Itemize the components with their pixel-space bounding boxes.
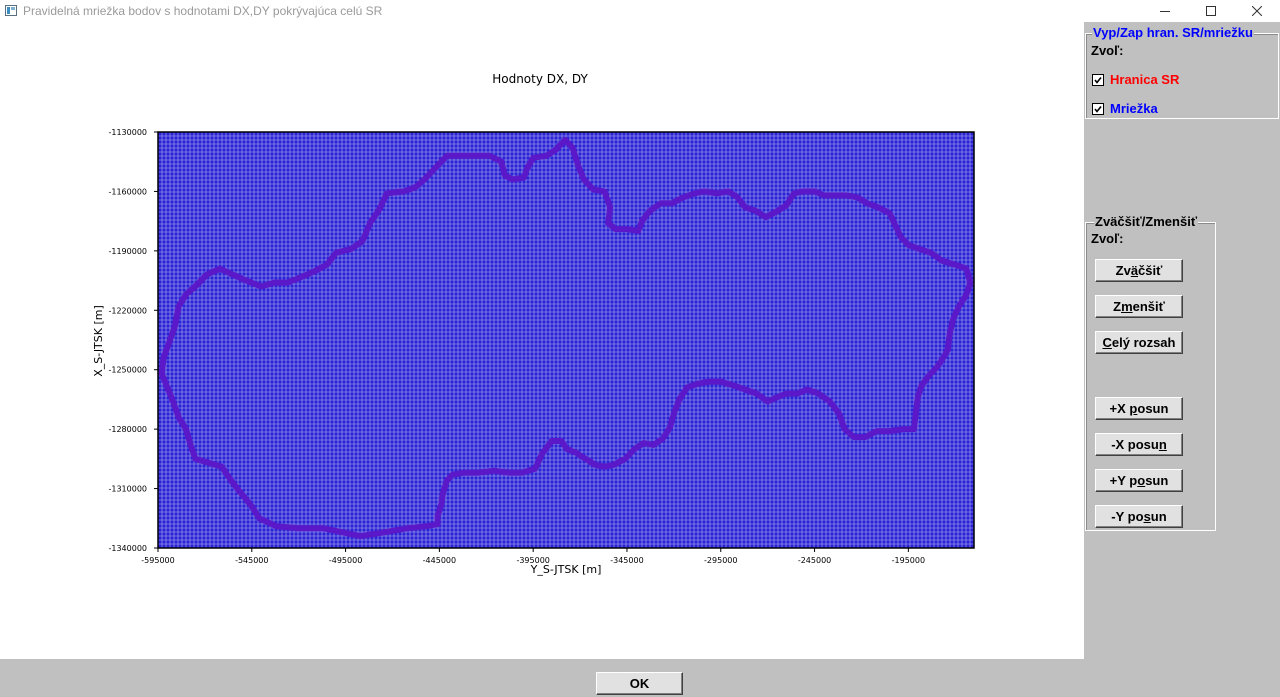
- app-icon: [5, 5, 17, 16]
- boundary-grid-prompt: Zvoľ:: [1091, 43, 1124, 58]
- x-tick-label: -295000: [704, 556, 737, 565]
- zoom-prompt: Zvoľ:: [1091, 231, 1124, 246]
- plus-y-shift-button[interactable]: +Y p o sun: [1095, 469, 1183, 492]
- full-range-label-post: elý rozsah: [1111, 335, 1176, 350]
- y-tick-label: -1310000: [108, 485, 147, 494]
- x-tick-label: -445000: [423, 556, 456, 565]
- plus-x-label-post: osun: [1137, 401, 1169, 416]
- zoom-out-label-pre: Z: [1113, 299, 1122, 314]
- zoom-group-title: Zväčšiť/Zmenšiť: [1094, 214, 1199, 229]
- control-panel: Vyp/Zap hran. SR/mriežku Zvoľ: Hranica S…: [1084, 22, 1280, 659]
- plus-x-label-key: p: [1129, 401, 1138, 416]
- maximize-icon: [1206, 6, 1216, 16]
- zoom-in-label-post: čšiť: [1138, 263, 1163, 278]
- y-tick-label: -1160000: [108, 187, 147, 196]
- y-axis-ticks: -1130000 -1160000 -1190000 -1220000 -1250000…: [108, 128, 158, 553]
- minimize-icon: [1160, 11, 1170, 12]
- close-button[interactable]: [1234, 0, 1280, 22]
- y-axis-label: X_S-JTSK [m]: [92, 305, 105, 377]
- plus-x-shift-button[interactable]: +X p osun: [1095, 397, 1183, 420]
- minus-x-label-pre: -X posu: [1111, 437, 1159, 452]
- ok-button[interactable]: OK: [596, 672, 683, 695]
- window-title: Pravidelná mriežka bodov s hodnotami DX,…: [23, 4, 383, 18]
- check-icon: [1094, 76, 1102, 84]
- zoom-in-label-pre: Zv: [1115, 263, 1131, 278]
- minus-x-label-key: n: [1158, 437, 1167, 452]
- bottom-bar: OK: [0, 659, 1280, 697]
- minus-y-label-pre: -Y po: [1111, 509, 1144, 524]
- x-tick-label: -595000: [141, 556, 174, 565]
- zoom-out-label-key: m: [1121, 299, 1133, 314]
- y-tick-label: -1190000: [108, 247, 147, 256]
- x-tick-label: -495000: [329, 556, 362, 565]
- x-tick-label: -545000: [235, 556, 268, 565]
- plot-area: Hodnoty DX, DY -595000 -545000 -495000 -445…: [0, 22, 1084, 659]
- minus-x-shift-button[interactable]: -X posu n: [1095, 433, 1183, 456]
- minus-y-label-post: un: [1150, 509, 1167, 524]
- x-axis-label: Y_S-JTSK [m]: [530, 563, 602, 576]
- minimize-button[interactable]: [1142, 0, 1188, 22]
- checkbox-boundary-label: Hranica SR: [1110, 72, 1180, 87]
- checkbox-boundary[interactable]: [1092, 73, 1104, 86]
- check-icon: [1094, 105, 1102, 113]
- chart-title: Hodnoty DX, DY: [492, 72, 588, 86]
- zoom-in-button[interactable]: Zv ä čšiť: [1095, 259, 1183, 282]
- dx-dy-chart: Hodnoty DX, DY -595000 -545000 -495000 -445…: [92, 72, 975, 576]
- y-tick-label: -1130000: [108, 128, 147, 137]
- checkbox-grid-label: Mriežka: [1110, 101, 1158, 116]
- zoom-out-label-post: enšiť: [1132, 299, 1165, 314]
- x-tick-label: -245000: [798, 556, 831, 565]
- y-tick-label: -1340000: [108, 544, 147, 553]
- minus-y-label-key: s: [1143, 509, 1151, 524]
- minus-y-shift-button[interactable]: -Y po s un: [1095, 505, 1183, 528]
- y-tick-label: -1280000: [108, 425, 147, 434]
- checkbox-grid[interactable]: [1092, 102, 1104, 115]
- maximize-button[interactable]: [1188, 0, 1234, 22]
- zoom-out-button[interactable]: Zm enšiť: [1095, 295, 1183, 318]
- plus-y-label-key: o: [1137, 473, 1146, 488]
- y-tick-label: -1220000: [108, 306, 147, 315]
- boundary-grid-group-title: Vyp/Zap hran. SR/mriežku: [1092, 25, 1254, 40]
- title-bar[interactable]: Pravidelná mriežka bodov s hodnotami DX,…: [0, 0, 1280, 22]
- plus-y-label-post: sun: [1145, 473, 1169, 488]
- checkbox-grid-row[interactable]: Mriežka: [1092, 101, 1158, 116]
- plus-y-label-pre: +Y p: [1109, 473, 1138, 488]
- y-tick-label: -1250000: [108, 366, 147, 375]
- plus-x-label-pre: +X: [1109, 401, 1130, 416]
- checkbox-boundary-row[interactable]: Hranica SR: [1092, 72, 1179, 87]
- full-range-label-key: C: [1102, 335, 1112, 350]
- x-tick-label: -195000: [892, 556, 925, 565]
- close-icon: [1252, 6, 1262, 16]
- full-range-button[interactable]: Celý rozsah: [1095, 331, 1183, 354]
- zoom-in-label-key: ä: [1130, 263, 1139, 278]
- x-tick-label: -345000: [610, 556, 643, 565]
